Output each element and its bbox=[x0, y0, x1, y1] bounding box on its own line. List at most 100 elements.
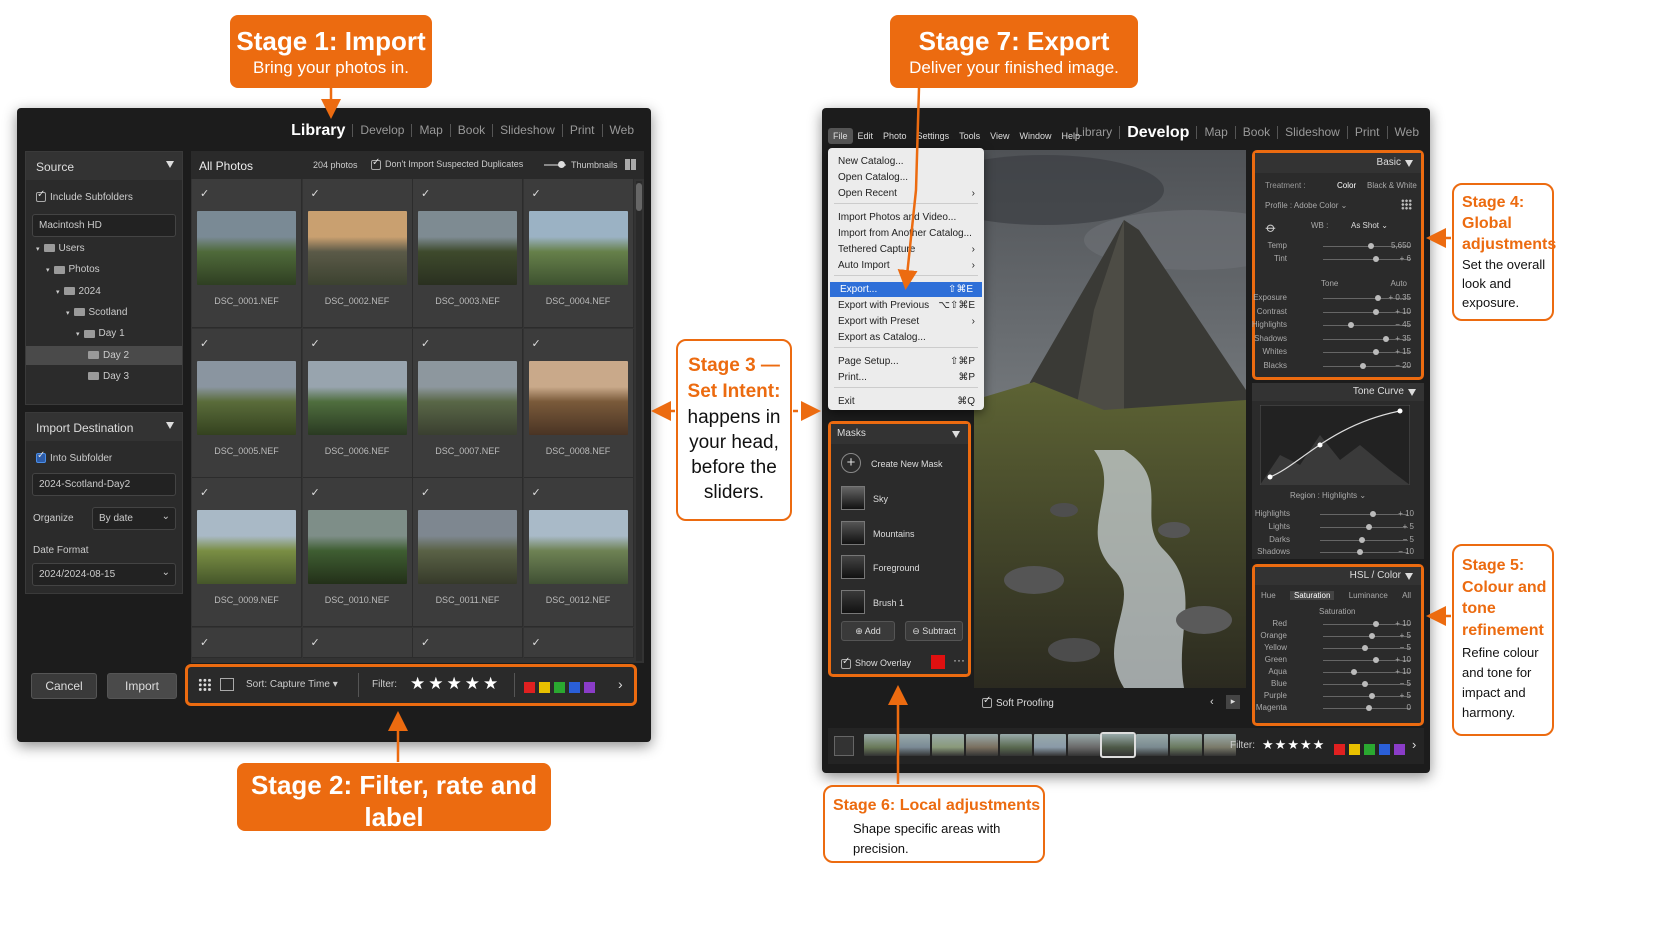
adjustment-slider[interactable]: Orange + 5 bbox=[1255, 631, 1421, 641]
color-label-swatch[interactable] bbox=[584, 682, 595, 694]
profile-browser-icon[interactable] bbox=[1401, 199, 1412, 210]
selection-checkbox[interactable]: ✓ bbox=[311, 337, 320, 350]
tab-book[interactable]: Book bbox=[449, 124, 492, 137]
chevron-right-icon[interactable]: › bbox=[1412, 737, 1416, 752]
hsl-tab-luminance[interactable]: Luminance bbox=[1349, 591, 1388, 600]
color-label-swatch[interactable] bbox=[1394, 744, 1405, 756]
adjustment-slider[interactable]: Temp 5,650 bbox=[1255, 241, 1421, 251]
collapse-triangle-icon[interactable] bbox=[952, 431, 960, 438]
file-menu-item[interactable]: Page Setup... ⇧⌘P bbox=[828, 354, 984, 369]
selection-checkbox[interactable]: ✓ bbox=[311, 486, 320, 499]
tab-slideshow[interactable]: Slideshow bbox=[1277, 126, 1347, 139]
eyedropper-icon[interactable]: ⌀ bbox=[1262, 219, 1280, 237]
overlay-color-swatch[interactable] bbox=[931, 655, 945, 669]
adjustment-slider[interactable]: Magenta 0 bbox=[1255, 703, 1421, 713]
adjustment-slider[interactable]: Highlights + 10 bbox=[1252, 509, 1424, 519]
tab-library[interactable]: Library bbox=[284, 123, 352, 139]
adjustment-slider[interactable]: Blue − 5 bbox=[1255, 679, 1421, 689]
cancel-button[interactable]: Cancel bbox=[31, 673, 97, 699]
file-menu-item[interactable]: Print... ⌘P bbox=[828, 370, 984, 385]
filmstrip-thumbnail[interactable] bbox=[1170, 734, 1202, 756]
filmstrip-thumbnail[interactable] bbox=[1068, 734, 1100, 756]
chevron-left-icon[interactable]: ‹ bbox=[1210, 696, 1214, 708]
menu-file[interactable]: File bbox=[828, 128, 853, 144]
menu-settings[interactable]: Settings bbox=[912, 128, 955, 144]
photo-thumbnail-cell[interactable]: ✓ DSC_0012.NEF bbox=[523, 478, 634, 627]
tab-web[interactable]: Web bbox=[1386, 126, 1426, 139]
folder-tree-item[interactable]: ▾ Users bbox=[26, 239, 182, 258]
profile-select[interactable]: Profile : Adobe Color ⌄ bbox=[1265, 201, 1347, 210]
star-icon[interactable]: ★ bbox=[410, 674, 425, 693]
selection-checkbox[interactable]: ✓ bbox=[421, 187, 430, 200]
slider-knob[interactable] bbox=[1359, 536, 1366, 543]
import-button[interactable]: Import bbox=[107, 673, 177, 699]
photo-thumbnail-cell[interactable]: ✓ DSC_0003.NEF bbox=[413, 179, 523, 328]
treatment-bw-option[interactable]: Black & White bbox=[1367, 181, 1417, 190]
tab-develop[interactable]: Develop bbox=[1119, 125, 1196, 141]
adjustment-slider[interactable]: Red + 10 bbox=[1255, 619, 1421, 629]
dont-import-duplicates-checkbox[interactable]: Don't Import Suspected Duplicates bbox=[371, 157, 523, 170]
color-label-swatch[interactable] bbox=[524, 682, 535, 694]
adjustment-slider[interactable]: Green + 10 bbox=[1255, 655, 1421, 665]
file-menu-item[interactable]: Export with Preset › bbox=[828, 314, 984, 329]
star-rating-filter[interactable]: ★★★★★ bbox=[410, 674, 501, 694]
tab-web[interactable]: Web bbox=[601, 124, 641, 137]
masks-header[interactable]: Masks bbox=[831, 424, 968, 444]
color-label-swatch[interactable] bbox=[569, 682, 580, 694]
menu-view[interactable]: View bbox=[985, 128, 1014, 144]
hsl-tab-saturation[interactable]: Saturation bbox=[1289, 591, 1335, 600]
file-menu-item[interactable]: Auto Import › bbox=[828, 258, 984, 273]
tone-curve-header[interactable]: Tone Curve bbox=[1252, 383, 1424, 401]
soft-proofing-checkbox[interactable]: Soft Proofing bbox=[982, 695, 1054, 709]
adjustment-slider[interactable]: Shadows + 35 bbox=[1254, 334, 1421, 344]
color-label-swatch[interactable] bbox=[1349, 744, 1360, 756]
filmstrip-thumbnail[interactable] bbox=[1034, 734, 1066, 756]
disclosure-triangle-icon[interactable]: ▾ bbox=[56, 289, 60, 296]
thumbnail-size-slider[interactable] bbox=[544, 161, 566, 168]
adjustment-slider[interactable]: Lights + 5 bbox=[1252, 522, 1424, 532]
slider-knob[interactable] bbox=[1362, 681, 1369, 687]
star-icon[interactable]: ★ bbox=[428, 674, 443, 693]
photo-thumbnail-cell[interactable]: ✓ DSC_0001.NEF bbox=[192, 179, 302, 328]
grid-view-icon[interactable] bbox=[625, 159, 636, 170]
photo-thumbnail-cell[interactable]: ✓ DSC_0010.NEF bbox=[302, 478, 413, 627]
adjustment-slider[interactable]: Exposure + 0.35 bbox=[1253, 293, 1421, 303]
color-label-filter[interactable] bbox=[1334, 741, 1409, 759]
subtract-mask-button[interactable]: ⊖ Subtract bbox=[905, 621, 963, 641]
disclosure-triangle-icon[interactable]: ▾ bbox=[46, 267, 50, 274]
auto-button[interactable]: Auto bbox=[1391, 279, 1407, 288]
photo-thumbnail-cell[interactable]: ✓ DSC_0009.NEF bbox=[192, 478, 302, 627]
selection-checkbox[interactable]: ✓ bbox=[421, 337, 430, 350]
photo-thumbnail-cell[interactable]: ✓ bbox=[192, 627, 302, 658]
photo-thumbnail-cell[interactable]: ✓ bbox=[413, 627, 523, 658]
star-rating-filter[interactable]: ★★★★★ bbox=[1262, 737, 1325, 753]
file-menu-item[interactable]: New Catalog... bbox=[828, 154, 984, 169]
file-menu-item[interactable]: Open Catalog... bbox=[828, 170, 984, 185]
filmstrip-thumbnail[interactable] bbox=[1100, 732, 1136, 758]
grid-scrollbar[interactable] bbox=[636, 181, 642, 661]
filmstrip-thumbnail[interactable] bbox=[864, 734, 896, 756]
adjustment-slider[interactable]: Shadows − 10 bbox=[1252, 547, 1424, 557]
filmstrip-thumbnail[interactable] bbox=[1000, 734, 1032, 756]
region-select[interactable]: Region : Highlights ⌄ bbox=[1290, 491, 1366, 500]
file-menu-item[interactable]: Exit ⌘Q bbox=[828, 394, 984, 409]
wb-select[interactable]: As Shot ⌄ bbox=[1351, 221, 1388, 230]
selection-checkbox[interactable]: ✓ bbox=[311, 636, 320, 649]
selection-checkbox[interactable]: ✓ bbox=[421, 636, 430, 649]
photo-thumbnail-cell[interactable]: ✓ DSC_0006.NEF bbox=[302, 328, 413, 478]
chevron-right-icon[interactable]: › bbox=[618, 676, 623, 692]
star-icon[interactable]: ★ bbox=[1275, 737, 1287, 752]
tab-map[interactable]: Map bbox=[1196, 126, 1234, 139]
source-drive-field[interactable]: Macintosh HD bbox=[32, 214, 176, 237]
file-menu-item[interactable]: Export as Catalog... bbox=[828, 330, 984, 345]
more-options-icon[interactable]: ··· bbox=[953, 653, 965, 667]
sort-select[interactable]: Sort: Capture Time ▾ bbox=[246, 679, 338, 690]
selection-checkbox[interactable]: ✓ bbox=[532, 187, 541, 200]
filmstrip-thumbnail[interactable] bbox=[932, 734, 964, 756]
star-icon[interactable]: ★ bbox=[483, 674, 498, 693]
file-menu-item[interactable]: Export with Previous ⌥⇧⌘E bbox=[828, 298, 984, 313]
selection-checkbox[interactable]: ✓ bbox=[200, 636, 209, 649]
menu-edit[interactable]: Edit bbox=[853, 128, 879, 144]
tab-library[interactable]: Library bbox=[1069, 126, 1120, 139]
collapse-triangle-icon[interactable] bbox=[1405, 160, 1413, 167]
